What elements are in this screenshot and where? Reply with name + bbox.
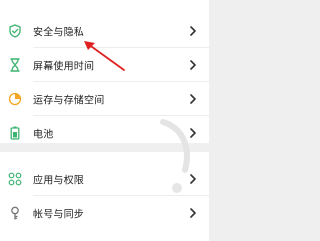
chevron-right-icon <box>190 60 196 70</box>
settings-item-label: 屏幕使用时间 <box>33 61 95 73</box>
battery-icon <box>8 126 22 140</box>
storage-pie-icon <box>8 92 22 106</box>
shield-check-icon <box>8 24 22 38</box>
account-key-icon <box>8 206 22 220</box>
settings-item-label: 安全与隐私 <box>33 27 84 39</box>
settings-item-battery[interactable]: 电池 <box>0 116 209 150</box>
settings-item-label: 帐号与同步 <box>33 209 84 221</box>
chevron-right-icon <box>190 26 196 36</box>
settings-group-secondary: 应用与权限 帐号与同步 <box>0 152 209 241</box>
settings-item-account-sync[interactable]: 帐号与同步 <box>0 196 209 230</box>
settings-item-label: 应用与权限 <box>33 175 84 187</box>
chevron-right-icon <box>190 208 196 218</box>
chevron-right-icon <box>190 128 196 138</box>
settings-item-label: 电池 <box>33 129 54 141</box>
hourglass-icon <box>8 58 22 72</box>
chevron-right-icon <box>190 94 196 104</box>
settings-item-security-privacy[interactable]: 安全与隐私 <box>0 14 209 48</box>
settings-item-screen-time[interactable]: 屏幕使用时间 <box>0 48 209 82</box>
chevron-right-icon <box>190 174 196 184</box>
app-grid-icon <box>8 172 22 186</box>
settings-group-primary: 安全与隐私 屏幕使用时间 运存与存储空间 电池 <box>0 0 209 143</box>
settings-item-apps-permissions[interactable]: 应用与权限 <box>0 162 209 196</box>
settings-item-memory-storage[interactable]: 运存与存储空间 <box>0 82 209 116</box>
settings-item-label: 运存与存储空间 <box>33 95 105 107</box>
